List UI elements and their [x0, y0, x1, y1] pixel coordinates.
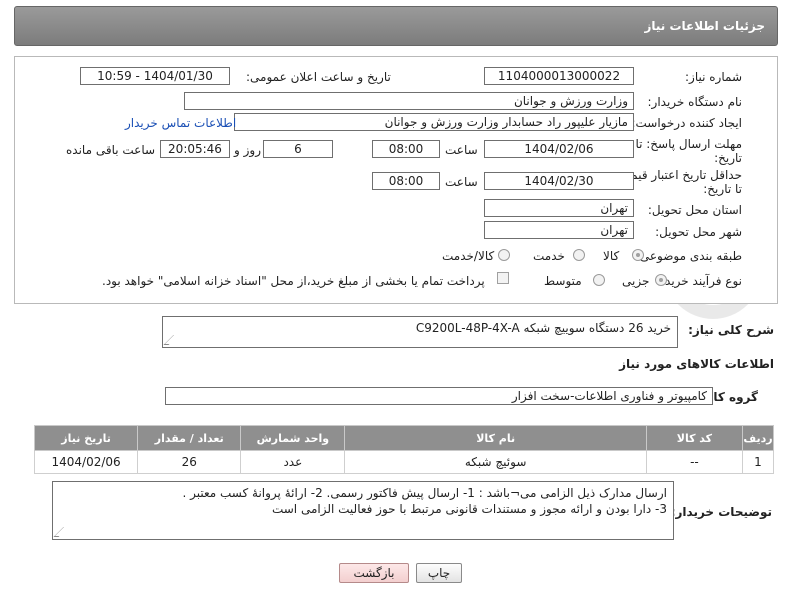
process-type-label: نوع فرآیند خرید : — [657, 274, 742, 288]
price-validity-date-field[interactable]: 1404/02/30 — [484, 172, 634, 190]
cell-code: -- — [645, 450, 743, 474]
buyer-contact-link[interactable]: اطلاعات تماس خریدار — [125, 116, 236, 130]
announce-datetime-label: تاریخ و ساعت اعلان عمومی: — [246, 70, 391, 84]
price-validity-label-2: تا تاریخ: — [703, 182, 742, 196]
col-date: تاریخ نیاز — [33, 425, 139, 451]
buyer-notes-field[interactable]: ارسال مدارک ذیل الزامی می¬باشد : 1- ارسا… — [52, 481, 674, 540]
reply-time-field[interactable]: 08:00 — [372, 140, 440, 158]
col-qty: تعداد / مقدار — [137, 425, 242, 451]
cell-unit: عدد — [240, 450, 346, 474]
goods-group-field[interactable]: کامپیوتر و فناوری اطلاعات-سخت افزار — [165, 387, 713, 405]
buyer-notes-line-1: ارسال مدارک ذیل الزامی می¬باشد : 1- ارسا… — [182, 486, 667, 500]
category-both-radio[interactable] — [498, 249, 510, 261]
buyer-notes-line-2: 3- دارا بودن و ارائه مجوز و مستندات قانو… — [271, 502, 667, 516]
resize-handle[interactable] — [163, 335, 179, 345]
description-text: خرید 26 دستگاه سوییچ شبکه C9200L-48P-4X-… — [415, 321, 671, 335]
price-validity-time-label: ساعت — [445, 175, 478, 189]
reply-time-label: ساعت — [445, 143, 478, 157]
buyer-org-field[interactable]: وزارت ورزش و جوانان — [184, 92, 634, 110]
need-number-field[interactable]: 1104000013000022 — [484, 67, 634, 85]
goods-section-title: اطلاعات کالاهای مورد نیاز — [619, 357, 774, 371]
remaining-time-field[interactable]: 20:05:46 — [160, 140, 230, 158]
category-service-label: خدمت — [533, 249, 565, 263]
cell-qty: 26 — [137, 450, 242, 474]
requester-label: ایجاد کننده درخواست: — [631, 116, 742, 130]
buyer-org-label: نام دستگاه خریدار: — [647, 95, 743, 109]
delivery-province-label: استان محل تحویل: — [647, 203, 742, 217]
cell-row: 1 — [741, 450, 775, 474]
category-service-radio[interactable] — [573, 249, 585, 261]
delivery-province-field[interactable]: تهران — [484, 199, 634, 217]
col-code: کد کالا — [645, 425, 743, 451]
process-medium-radio[interactable] — [593, 274, 605, 286]
treasury-payment-note: پرداخت تمام یا بخشی از مبلغ خرید،از محل … — [102, 274, 485, 288]
process-medium-label: متوسط — [544, 274, 582, 288]
page-title: جزئیات اطلاعات نیاز — [644, 19, 765, 33]
col-unit: واحد شمارش — [240, 425, 346, 451]
cell-date: 1404/02/06 — [33, 450, 139, 474]
treasury-payment-checkbox[interactable] — [497, 272, 509, 284]
reply-deadline-label: مهلت ارسال پاسخ: تا — [635, 137, 742, 151]
need-number-label: شماره نیاز: — [685, 70, 742, 84]
category-both-label: کالا/خدمت — [442, 249, 495, 263]
col-row: ردیف — [741, 425, 775, 451]
days-label: روز و — [234, 143, 261, 157]
col-name: نام کالا — [344, 425, 647, 451]
process-minor-radio[interactable] — [655, 274, 667, 286]
description-field[interactable]: خرید 26 دستگاه سوییچ شبکه C9200L-48P-4X-… — [162, 316, 678, 348]
category-label: طبقه بندی موضوعی: — [635, 249, 742, 263]
category-goods-radio[interactable] — [632, 249, 644, 261]
resize-handle[interactable] — [53, 527, 69, 537]
page-header: جزئیات اطلاعات نیاز — [14, 6, 778, 46]
delivery-city-label: شهر محل تحویل: — [655, 225, 742, 239]
remaining-days-field[interactable]: 6 — [263, 140, 333, 158]
remaining-time-label: ساعت باقی مانده — [66, 143, 156, 157]
cell-name: سوئیچ شبکه — [344, 450, 647, 474]
requester-field[interactable]: مازیار علیپور راد حسابدار وزارت ورزش و ج… — [234, 113, 634, 131]
description-label: شرح کلی نیاز: — [688, 323, 774, 337]
table-row[interactable]: 1 -- سوئیچ شبکه عدد 26 1404/02/06 — [33, 450, 775, 474]
price-validity-time-field[interactable]: 08:00 — [372, 172, 440, 190]
reply-deadline-date-field[interactable]: 1404/02/06 — [484, 140, 634, 158]
delivery-city-field[interactable]: تهران — [484, 221, 634, 239]
reply-deadline-label-2: تاریخ: — [714, 151, 742, 165]
goods-table: ردیف کد کالا نام کالا واحد شمارش تعداد /… — [33, 425, 775, 474]
category-goods-label: کالا — [603, 249, 620, 263]
price-validity-label: حداقل تاریخ اعتبار قیمت: — [615, 168, 742, 182]
print-button[interactable]: چاپ — [416, 563, 462, 583]
buyer-notes-label: توضیحات خریدار: — [670, 505, 772, 519]
announce-datetime-field[interactable]: 1404/01/30 - 10:59 — [80, 67, 230, 85]
process-minor-label: جزیی — [622, 274, 650, 288]
back-button[interactable]: بازگشت — [339, 563, 409, 583]
table-header-row: ردیف کد کالا نام کالا واحد شمارش تعداد /… — [33, 425, 775, 451]
